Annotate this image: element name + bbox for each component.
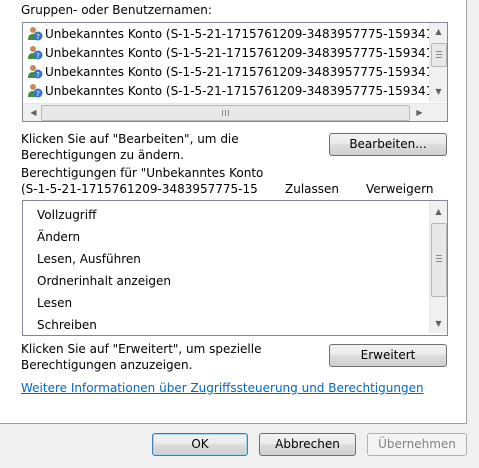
scroll-up-arrow-icon[interactable]: ▲	[430, 23, 447, 40]
cancel-button[interactable]: Abbrechen	[259, 433, 356, 456]
scroll-down-arrow-icon[interactable]: ▼	[430, 315, 447, 332]
permission-row: Schreiben	[37, 318, 97, 332]
svg-text:?: ?	[36, 52, 40, 60]
groups-label: Gruppen- oder Benutzernamen:	[21, 3, 212, 17]
edit-hint-line2: Berechtigungen zu ändern.	[21, 148, 184, 162]
permission-row: Ändern	[37, 230, 81, 244]
user-name: Unbekanntes Konto (S-1-5-21-1715761209-3…	[45, 46, 448, 60]
column-deny-header: Verweigern	[366, 182, 434, 196]
advanced-hint-line1: Klicken Sie auf "Erweitert", um speziell…	[21, 342, 262, 356]
permissions-list[interactable]: Vollzugriff Ändern Lesen, Ausführen Ordn…	[22, 200, 448, 336]
scroll-down-arrow-icon[interactable]: ▼	[430, 83, 447, 100]
apply-button[interactable]: Übernehmen	[367, 433, 467, 456]
edit-hint-line1: Klicken Sie auf "Bearbeiten", um die	[21, 132, 239, 146]
permissions-vscrollbar[interactable]: ▲ ▼	[429, 201, 447, 333]
edit-button[interactable]: Bearbeiten...	[329, 133, 447, 156]
permissions-vscroll-thumb[interactable]	[431, 223, 447, 297]
unknown-account-icon: ?	[28, 84, 43, 98]
user-list-vscrollbar[interactable]: ▲ ▼	[429, 23, 447, 102]
more-info-link[interactable]: Weitere Informationen über Zugriffssteue…	[21, 380, 424, 396]
scroll-right-arrow-icon[interactable]: ▶	[411, 104, 428, 121]
advanced-hint-line2: Berechtigungen anzuzeigen.	[21, 358, 193, 372]
permission-row: Lesen, Ausführen	[37, 252, 141, 266]
advanced-button[interactable]: Erweitert	[329, 344, 447, 367]
column-allow-header: Zulassen	[285, 182, 340, 196]
permissions-for-line1: Berechtigungen für "Unbekanntes Konto	[21, 166, 264, 180]
user-name: Unbekanntes Konto (S-1-5-21-1715761209-3…	[45, 65, 448, 79]
svg-text:?: ?	[36, 71, 40, 79]
user-list-hscroll-thumb[interactable]	[41, 105, 410, 121]
permission-row: Vollzugriff	[37, 208, 97, 222]
user-list[interactable]: ? Unbekanntes Konto (S-1-5-21-1715761209…	[22, 22, 448, 122]
svg-text:?: ?	[36, 90, 40, 98]
security-tab-panel: Gruppen- oder Benutzernamen: ? Unbekannt…	[0, 0, 467, 424]
unknown-account-icon: ?	[28, 46, 43, 60]
scroll-left-arrow-icon[interactable]: ◀	[25, 104, 42, 121]
user-list-vscroll-thumb[interactable]	[431, 43, 447, 67]
unknown-account-icon: ?	[28, 65, 43, 79]
permission-row: Ordnerinhalt anzeigen	[37, 274, 172, 288]
user-name: Unbekanntes Konto (S-1-5-21-1715761209-3…	[45, 84, 448, 98]
ok-button[interactable]: OK	[152, 433, 248, 456]
unknown-account-icon: ?	[28, 27, 43, 41]
user-list-hscrollbar[interactable]: ◀ ▶	[23, 103, 447, 121]
permissions-for-line2: (S-1-5-21-1715761209-3483957775-15934	[21, 182, 258, 196]
scroll-up-arrow-icon[interactable]: ▲	[430, 203, 447, 220]
user-name: Unbekanntes Konto (S-1-5-21-1715761209-3…	[45, 27, 448, 41]
permission-row: Lesen	[37, 296, 73, 310]
svg-text:?: ?	[36, 33, 40, 41]
